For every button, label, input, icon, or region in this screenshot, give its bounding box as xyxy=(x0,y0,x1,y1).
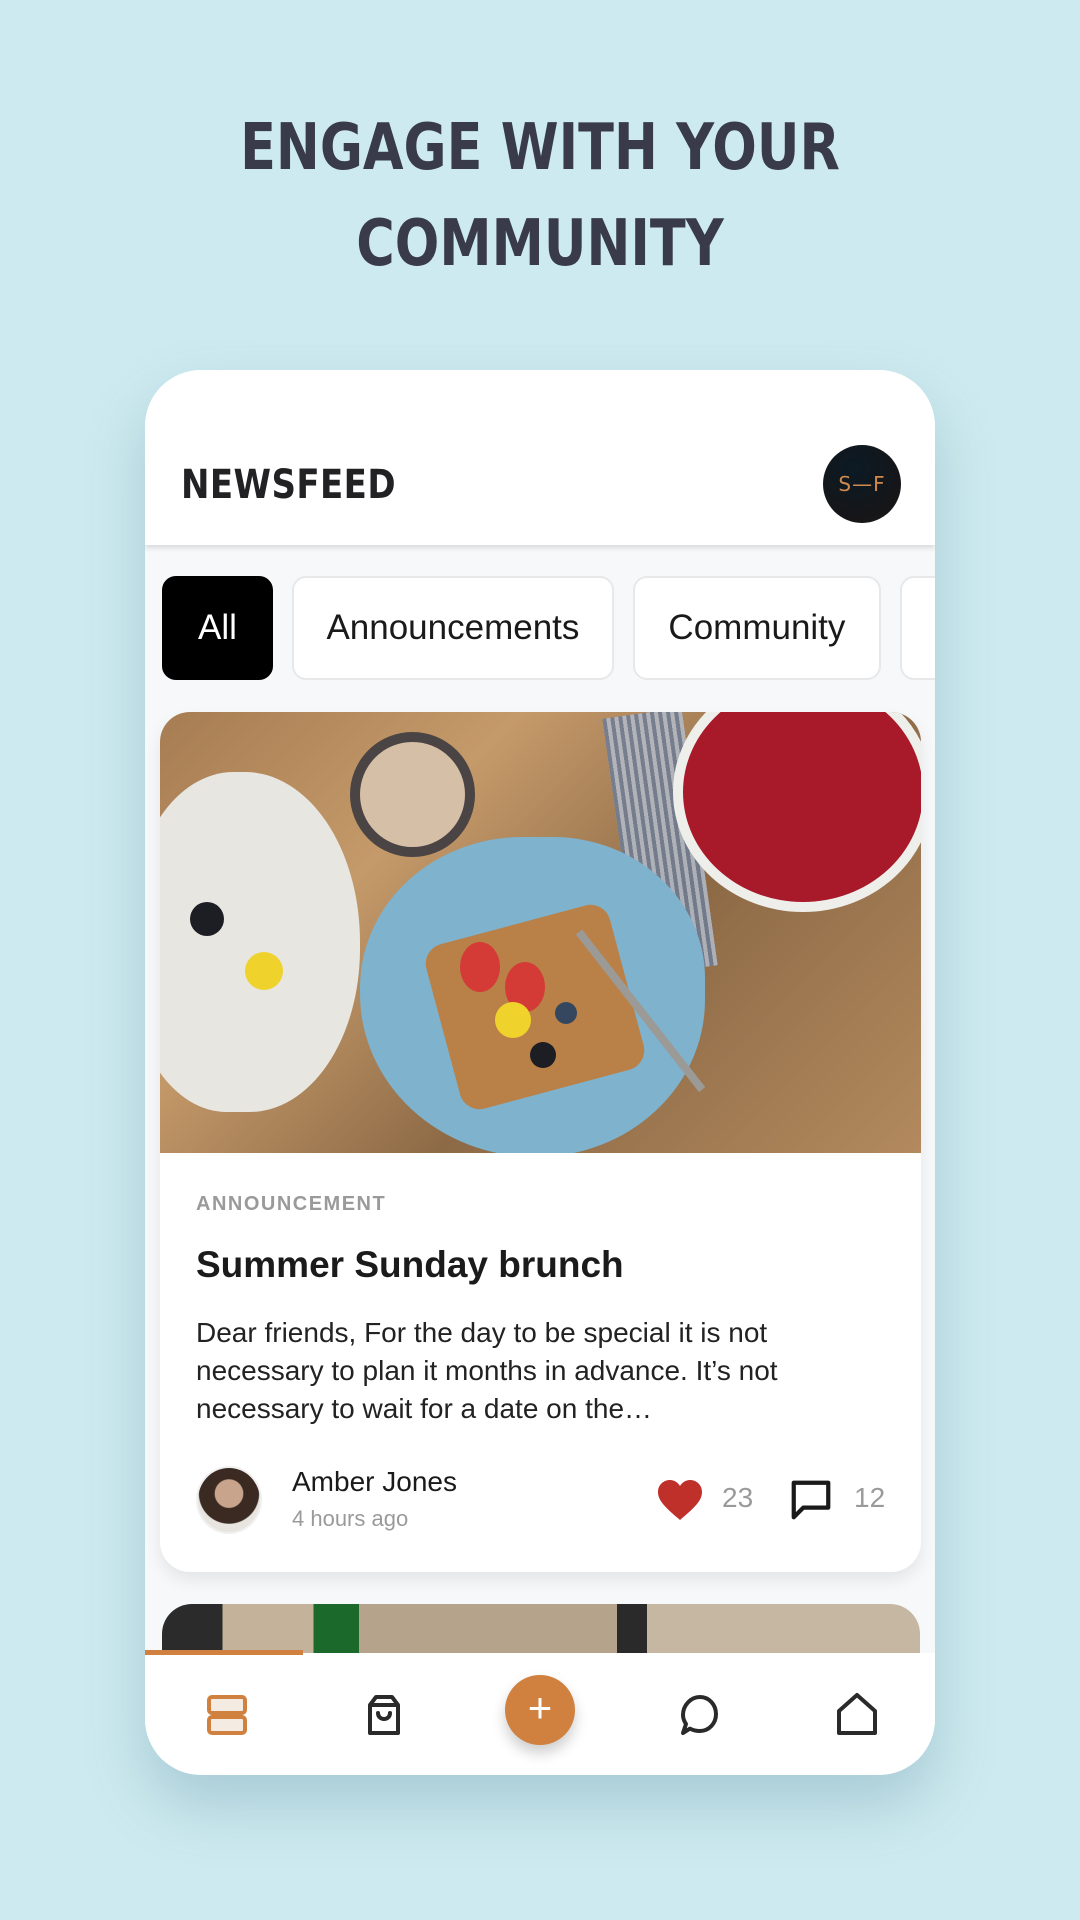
filter-chip-announcements[interactable]: Announcements xyxy=(291,576,614,680)
scroll-progress-fill xyxy=(145,1650,303,1655)
scroll-progress xyxy=(145,1650,935,1655)
app-bar: NEWSFEED S—F xyxy=(145,370,935,545)
chat-bubble-icon[interactable] xyxy=(675,1691,723,1739)
author-avatar[interactable] xyxy=(196,1466,262,1534)
comments-count: 12 xyxy=(854,1482,886,1513)
coffee-cup xyxy=(350,732,475,857)
profile-avatar[interactable]: S—F xyxy=(823,445,901,523)
blueberry xyxy=(555,1002,577,1024)
blackberry xyxy=(530,1042,556,1068)
headline-line-2: COMMUNITY xyxy=(356,207,724,281)
headline: ENGAGE WITH YOUR COMMUNITY xyxy=(97,100,983,292)
post-title[interactable]: Summer Sunday brunch xyxy=(196,1244,885,1286)
blackberry xyxy=(190,902,224,936)
post-time: 4 hours ago xyxy=(292,1506,409,1531)
page-title: NEWSFEED xyxy=(181,462,396,508)
likes-count: 23 xyxy=(722,1482,754,1513)
home-icon[interactable] xyxy=(833,1691,881,1739)
author-name[interactable]: Amber Jones xyxy=(292,1466,457,1498)
post-image xyxy=(160,712,921,1153)
feed-icon[interactable] xyxy=(203,1691,251,1739)
filter-chip-community[interactable]: Community xyxy=(632,576,881,680)
flower xyxy=(495,1002,531,1038)
plate-left xyxy=(160,772,360,1112)
post-category: ANNOUNCEMENT xyxy=(196,1193,387,1215)
filter-chip-all[interactable]: All xyxy=(162,576,273,680)
strawberry xyxy=(460,942,500,992)
post-card[interactable]: ANNOUNCEMENT Summer Sunday brunch Dear f… xyxy=(160,712,921,1572)
phone-frame: NEWSFEED S—F All Announcements Community… xyxy=(145,370,935,1775)
create-post-button[interactable]: + xyxy=(505,1675,575,1745)
filter-chips: All Announcements Community xyxy=(162,576,935,682)
berry-bowl xyxy=(673,712,921,912)
headline-line-1: ENGAGE WITH YOUR xyxy=(240,111,840,185)
filter-chip-more[interactable] xyxy=(899,576,935,680)
post-footer: Amber Jones 4 hours ago 23 12 xyxy=(196,1466,896,1536)
heart-icon[interactable] xyxy=(656,1478,704,1522)
shopping-bag-icon[interactable] xyxy=(360,1691,408,1739)
post-excerpt: Dear friends, For the day to be special … xyxy=(196,1317,778,1424)
flower xyxy=(245,952,283,990)
comment-icon[interactable] xyxy=(788,1476,834,1524)
